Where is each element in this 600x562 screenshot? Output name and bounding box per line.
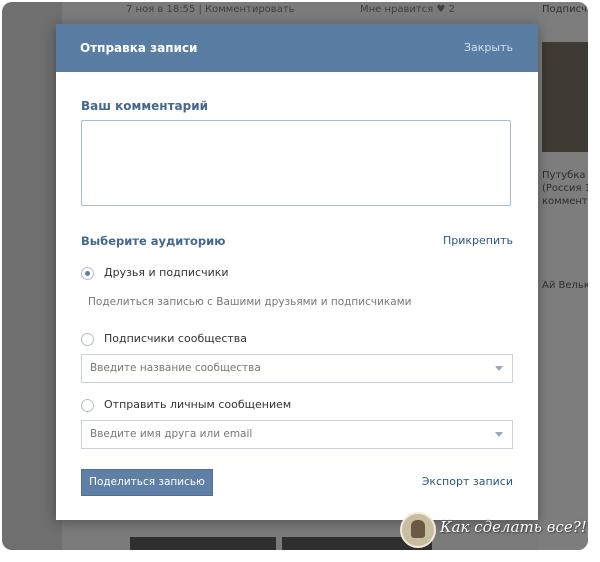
dialog-title: Отправка записи (80, 41, 198, 55)
radio-label: Отправить личным сообщением (104, 398, 292, 411)
community-select-placeholder: Введите название сообщества (90, 362, 261, 374)
radio-label: Подписчики сообщества (104, 332, 248, 345)
background-video-thumbnail (542, 42, 588, 152)
comment-textarea[interactable] (81, 120, 511, 206)
watermark-logo-icon (400, 512, 436, 548)
friend-select-placeholder: Введите имя друга или email (90, 428, 253, 440)
background-video-caption: Путубка в пр (542, 170, 588, 181)
background-video-caption: (Россия 1 (542, 183, 588, 194)
background-right-text: Подписчики (542, 4, 588, 15)
background-right-text: Ай Велько (542, 280, 588, 291)
comment-label: Ваш комментарий (81, 99, 209, 113)
friends-hint-text: Поделиться записью с Вашими друзьями и п… (88, 296, 412, 308)
share-post-dialog: Отправка записи Закрыть Ваш комментарий … (56, 24, 538, 520)
site-watermark: Как сделать все?! (400, 512, 590, 548)
radio-label: Друзья и подписчики (104, 266, 229, 279)
background-thumbnail (130, 537, 276, 550)
background-video-caption: комментари (542, 196, 588, 207)
radio-unchecked-icon (81, 333, 94, 346)
dialog-header: Отправка записи Закрыть (56, 24, 538, 72)
background-like-counter: Мне нравится ♥ 2 (360, 4, 455, 15)
audience-heading: Выберите аудиторию (81, 234, 226, 248)
chevron-down-icon (495, 432, 503, 437)
share-post-button[interactable]: Поделиться записью (81, 469, 213, 496)
radio-checked-icon (81, 267, 94, 280)
radio-unchecked-icon (81, 399, 94, 412)
friend-select[interactable]: Введите имя друга или email (81, 420, 513, 449)
close-button[interactable]: Закрыть (464, 41, 513, 54)
export-post-link[interactable]: Экспорт записи (422, 475, 513, 488)
attach-button[interactable]: Прикрепить (443, 234, 513, 247)
community-select[interactable]: Введите название сообщества (81, 354, 513, 383)
background-post-meta: 7 ноя в 18:55 | Комментировать (126, 4, 295, 15)
watermark-text: Как сделать все?! (440, 518, 587, 536)
chevron-down-icon (495, 366, 503, 371)
